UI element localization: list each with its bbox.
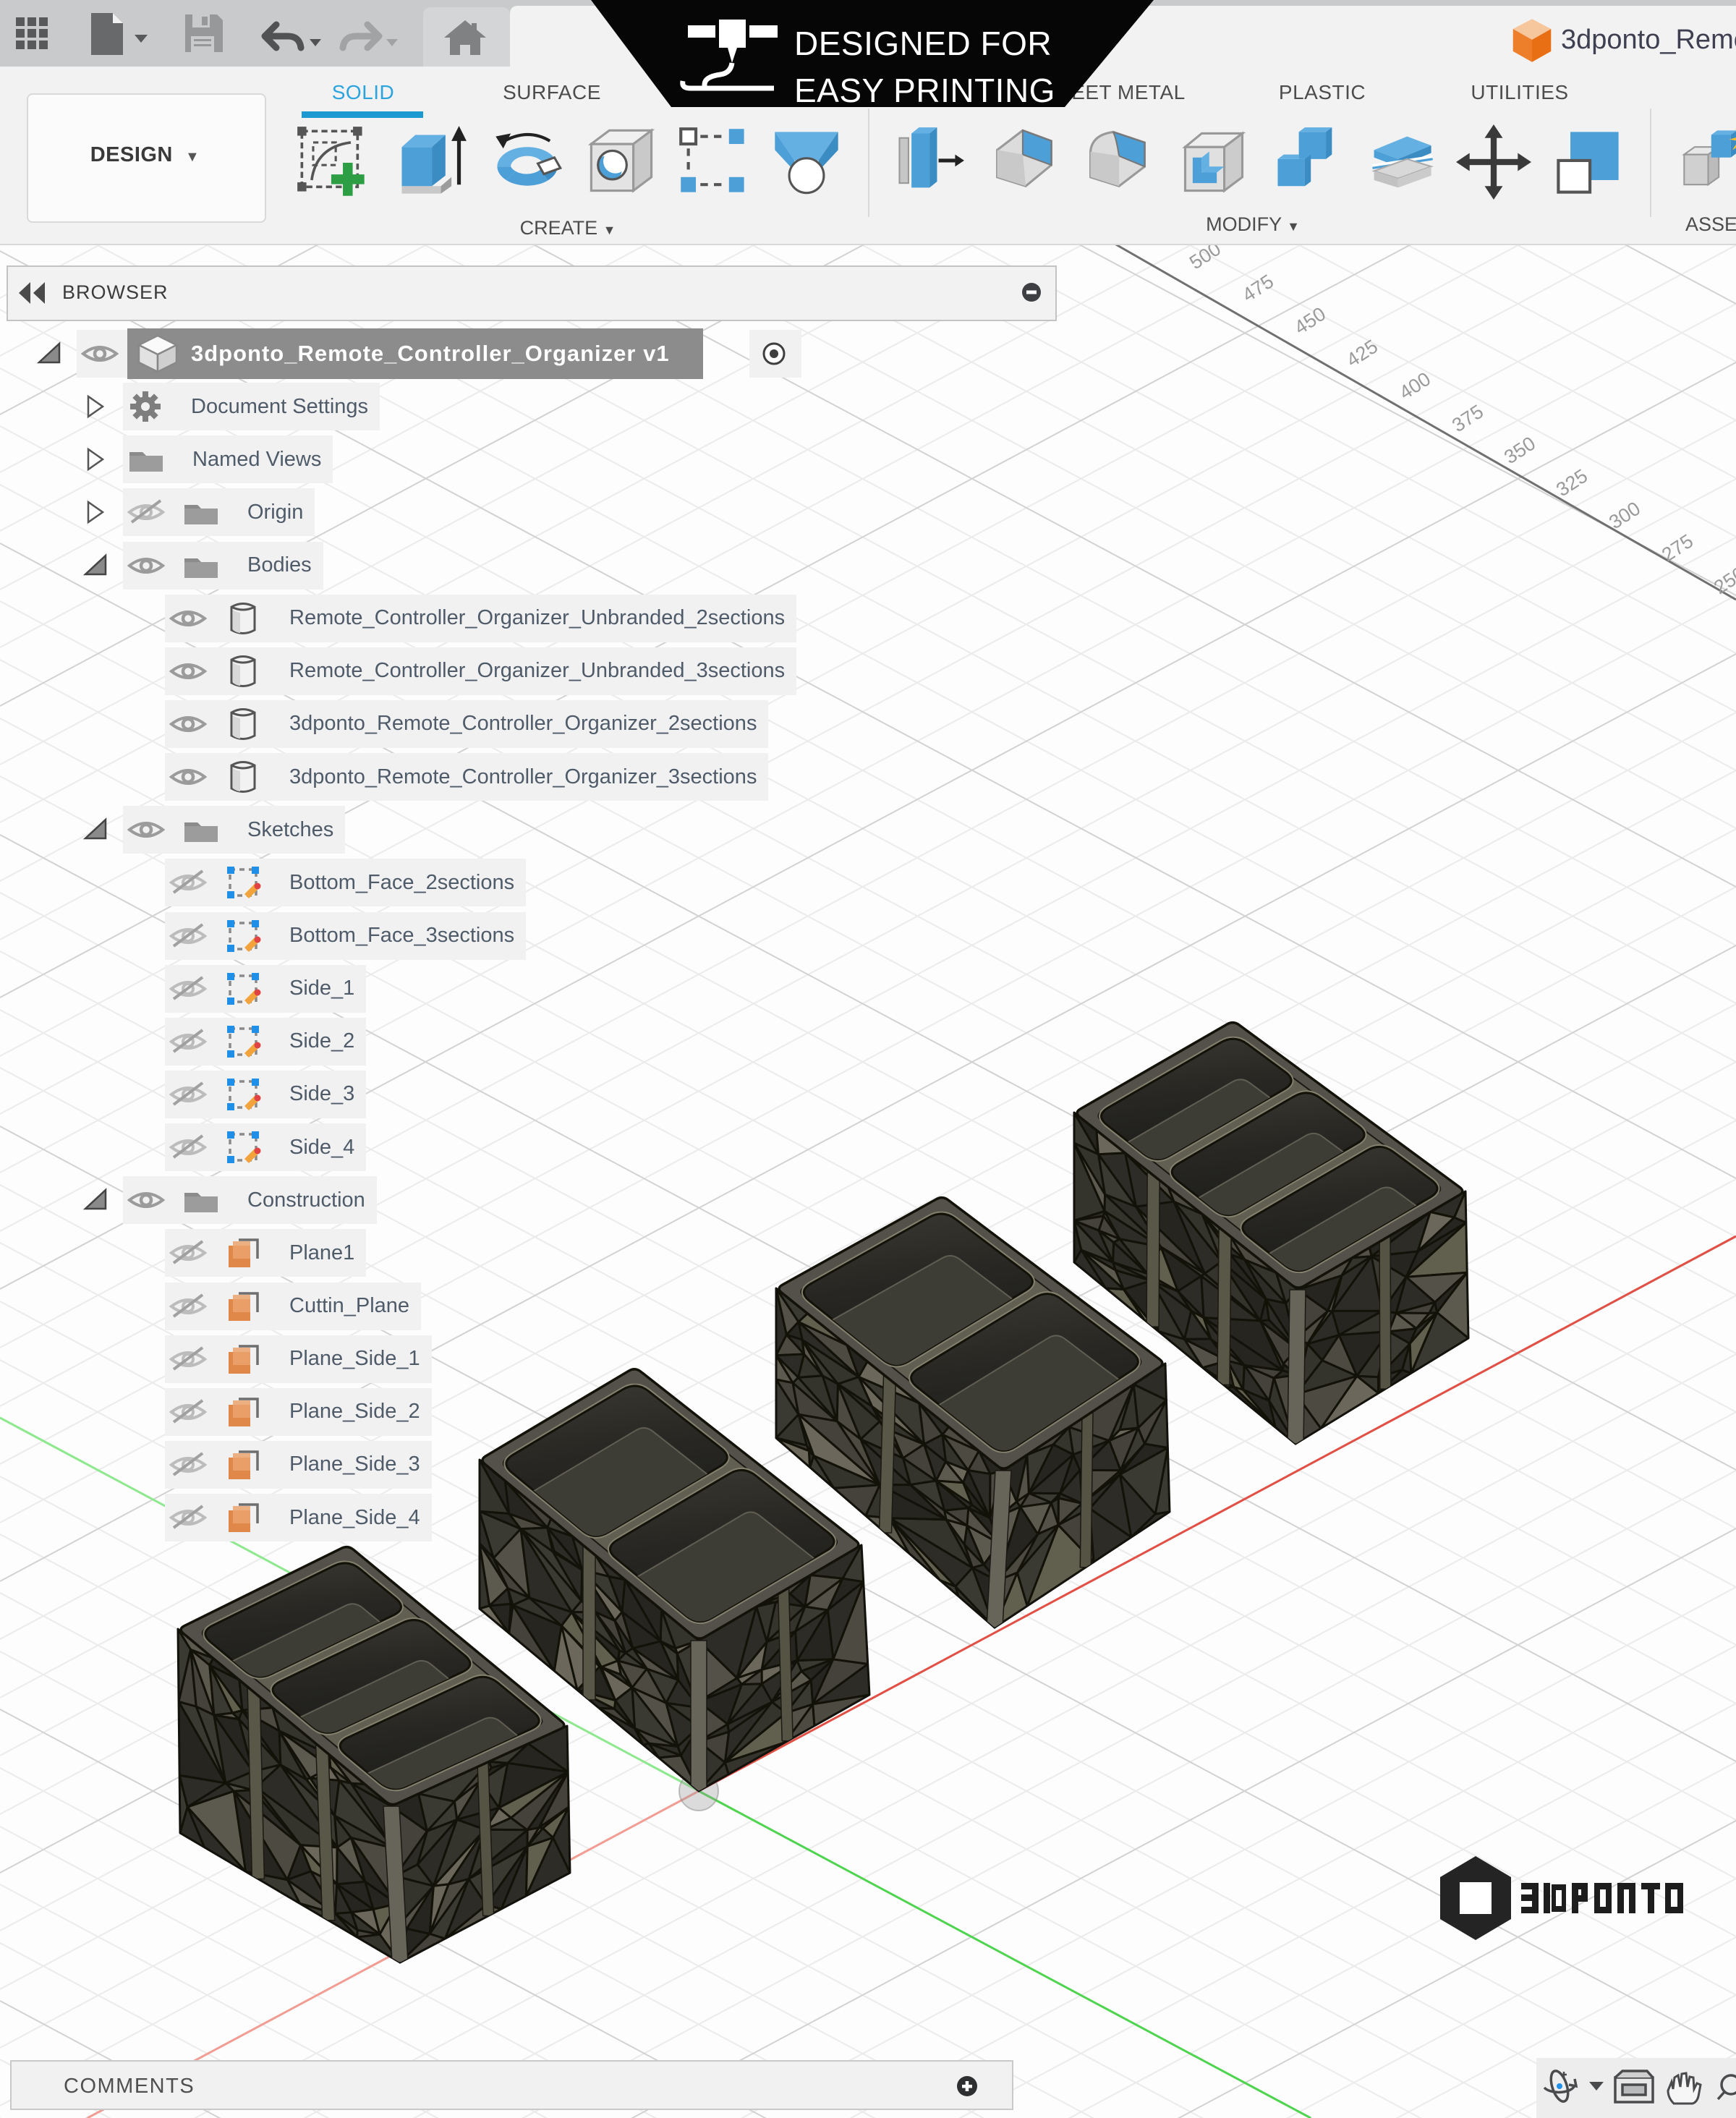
svg-text:EASY PRINTING: EASY PRINTING <box>794 72 1055 109</box>
svg-text:DESIGNED FOR: DESIGNED FOR <box>794 25 1052 62</box>
